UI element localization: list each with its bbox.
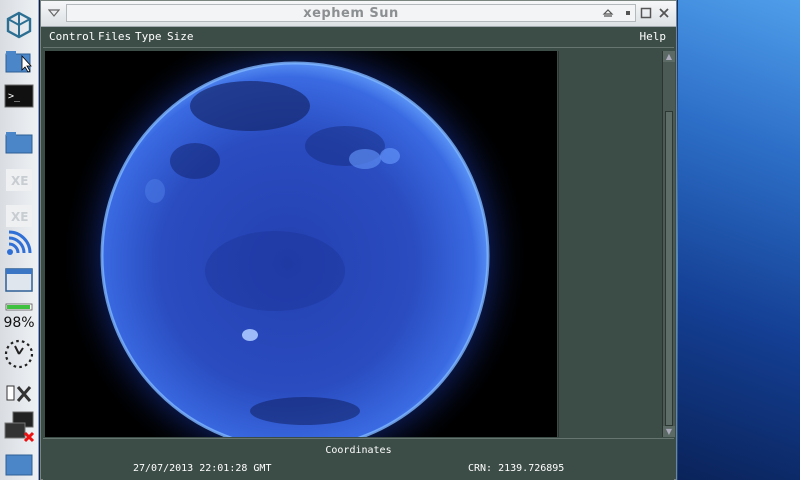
terminal-icon[interactable]: >_ <box>3 82 35 110</box>
scroll-thumb[interactable] <box>665 111 673 426</box>
minimize-button[interactable] <box>620 5 636 21</box>
eject-icon <box>602 9 614 17</box>
svg-text:XE: XE <box>11 210 28 224</box>
menu-help[interactable]: Help <box>640 30 667 43</box>
sun-image-area[interactable] <box>45 51 557 437</box>
shade-button[interactable] <box>600 5 616 21</box>
clock-icon[interactable] <box>3 338 35 370</box>
window-menu-button[interactable] <box>46 5 62 21</box>
left-dock: >_ XE XE 98% <box>0 0 39 480</box>
xe-icon[interactable]: XE <box>3 166 35 194</box>
battery-percent-text: 98% <box>3 315 35 331</box>
desktop-background <box>678 0 800 480</box>
folder-icon[interactable] <box>3 128 35 156</box>
battery-icon <box>3 302 35 312</box>
network-disconnected-icon[interactable] <box>3 410 35 444</box>
menu-type[interactable]: Type <box>135 30 162 43</box>
battery-percent: 98% <box>3 314 35 332</box>
settings-tools-icon[interactable] <box>3 380 35 406</box>
scroll-up-button[interactable]: ▲ <box>663 51 675 62</box>
title-bar[interactable]: xephem Sun <box>41 1 676 27</box>
window-icon[interactable] <box>3 266 35 294</box>
menu-control[interactable]: Control <box>49 30 95 43</box>
menu-size[interactable]: Size <box>167 30 194 43</box>
chevron-down-icon <box>48 9 60 17</box>
status-area: Coordinates 27/07/2013 22:01:28 GMT CRN:… <box>43 438 674 480</box>
coordinates-label: Coordinates <box>325 445 392 456</box>
xephem-sun-window: xephem Sun Control Files Type Size Help <box>40 0 677 480</box>
window-title: xephem Sun <box>303 5 399 21</box>
side-panel <box>558 51 662 437</box>
svg-text:>_: >_ <box>8 91 21 102</box>
minimize-icon <box>626 11 630 15</box>
maximize-icon <box>640 7 652 19</box>
svg-text:XE: XE <box>11 174 28 188</box>
scroll-down-button[interactable]: ▼ <box>663 426 675 437</box>
maximize-button[interactable] <box>638 5 654 21</box>
xe-icon[interactable]: XE <box>3 202 35 230</box>
app-logo-icon[interactable] <box>3 10 35 40</box>
wifi-icon[interactable] <box>3 228 35 258</box>
vertical-scrollbar[interactable]: ▲ ▼ <box>662 51 675 437</box>
folder-blue-icon[interactable] <box>3 452 35 478</box>
close-icon <box>659 8 669 18</box>
datetime-readout: 27/07/2013 22:01:28 GMT <box>133 463 272 474</box>
menu-files[interactable]: Files <box>98 30 131 43</box>
crn-readout: CRN: 2139.726895 <box>468 463 565 474</box>
close-button[interactable] <box>656 5 672 21</box>
sun-image <box>45 51 557 437</box>
title-field: xephem Sun <box>66 4 636 22</box>
folder-cursor-icon[interactable] <box>3 46 35 76</box>
menu-bar: Control Files Type Size Help <box>43 27 674 48</box>
